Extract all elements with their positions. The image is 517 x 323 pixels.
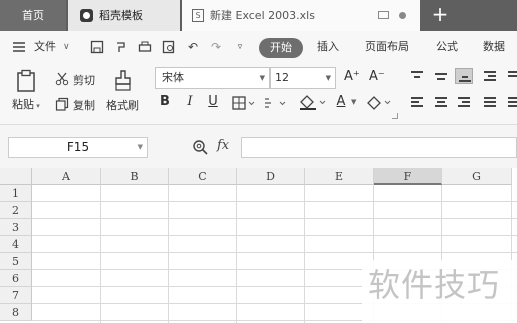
align-right-icon[interactable] [455,94,473,110]
italic-button[interactable]: I [183,93,197,111]
grow-font-button[interactable]: A⁺ [344,69,360,84]
font-size-select[interactable]: 12 ▼ [270,67,336,89]
row-header-8[interactable]: 8 [0,304,32,321]
chevron-down-icon[interactable]: ∨ [63,31,70,63]
scissors-icon[interactable] [55,71,69,86]
wps-window: 首页 稻壳模板 S 新建 Excel 2003.xls + 文件 ∨ ↶ ↷ ▿… [0,0,517,323]
underline-button[interactable]: U [206,93,220,111]
decrease-indent-icon[interactable] [481,68,499,84]
tab-document-label: 新建 Excel 2003.xls [210,9,315,22]
row-gridline [32,218,517,219]
tab-formula[interactable]: 公式 [436,31,458,63]
column-gridline [236,185,237,323]
tab-data[interactable]: 数据 [483,31,505,63]
column-header-f[interactable]: F [374,168,442,185]
row-header-4[interactable]: 4 [0,236,32,253]
row-header-1[interactable]: 1 [0,185,32,202]
paste-button[interactable]: 粘贴 ▾ [12,96,40,112]
ribbon: 粘贴 ▾ 剪切 复制 格式刷 宋体 ▼ 12 ▼ A⁺ A⁻ B I U A ▼ [0,63,517,125]
new-tab-button[interactable]: + [428,0,452,31]
align-left-icon[interactable] [408,94,426,110]
align-center-icon[interactable] [432,94,450,110]
align-top-icon[interactable] [408,68,426,84]
formula-input[interactable] [241,137,517,158]
eraser-icon[interactable] [366,94,394,110]
font-size-value: 12 [275,71,289,84]
align-bottom-icon[interactable] [455,68,473,84]
tab-document[interactable]: S 新建 Excel 2003.xls [182,0,420,31]
row-gridline [32,235,517,236]
font-name-select[interactable]: 宋体 ▼ [155,67,270,89]
copy-button[interactable]: 复制 [73,97,95,113]
monitor-icon[interactable] [378,11,389,19]
column-header-b[interactable]: B [101,168,169,185]
align-middle-icon[interactable] [432,68,450,84]
chevron-down-icon: ▼ [259,74,265,82]
increase-indent-icon[interactable] [505,68,517,84]
cell-reference: F15 [66,140,90,154]
copy-icon[interactable] [55,96,69,111]
column-gridline [304,185,305,323]
tab-template-label: 稻壳模板 [99,9,143,22]
menu-file[interactable]: 文件 [34,31,56,63]
formula-bar: F15 ▼ fx [0,125,517,171]
column-header-c[interactable]: C [169,168,237,185]
row-gridline [32,201,517,202]
chevron-down-icon: ▼ [137,143,143,151]
chevron-down-icon: ▼ [325,74,331,82]
column-header-d[interactable]: D [237,168,305,185]
bold-button[interactable]: B [158,93,172,111]
row-header-2[interactable]: 2 [0,202,32,219]
column-header-a[interactable]: A [32,168,101,185]
column-gridline [168,185,169,323]
tab-template[interactable]: 稻壳模板 [68,0,180,31]
unsaved-dot-icon[interactable] [399,12,406,19]
shrink-font-button[interactable]: A⁻ [369,69,385,84]
tab-insert[interactable]: 插入 [317,31,339,63]
tab-home[interactable]: 首页 [0,0,66,31]
column-header-g[interactable]: G [442,168,512,185]
redo-icon[interactable]: ↷ [209,40,223,54]
tab-bar: 首页 稻壳模板 S 新建 Excel 2003.xls + [0,0,517,31]
chevron-down-icon[interactable]: ▼ [351,98,356,106]
print-icon[interactable] [138,40,152,54]
watermark: 软件技巧 [362,260,517,323]
undo-icon[interactable]: ↶ [186,40,200,54]
fill-icon[interactable] [298,94,328,110]
row-header-5[interactable]: 5 [0,253,32,270]
font-color-button[interactable]: A [334,93,348,111]
menu-bar: 文件 ∨ ↶ ↷ ▿ 开始 插入 页面布局 公式 数据 [0,31,517,63]
save-icon[interactable] [90,40,104,54]
merge-cells-icon[interactable] [264,95,286,109]
insert-function-button[interactable]: fx [217,138,229,153]
column-gridline [100,185,101,323]
font-name-value: 宋体 [162,71,184,84]
cut-button[interactable]: 剪切 [73,72,95,88]
spreadsheet-icon: S [192,9,204,22]
preview-icon[interactable] [162,40,176,54]
select-all-corner[interactable] [0,168,32,185]
format-painter-button[interactable]: 格式刷 [106,97,139,113]
quick-access-more-icon[interactable]: ▿ [233,40,247,54]
tab-page-layout[interactable]: 页面布局 [365,31,409,63]
docer-logo-icon [80,9,93,22]
export-icon[interactable] [114,40,128,54]
row-header-6[interactable]: 6 [0,270,32,287]
hamburger-icon[interactable] [12,40,26,54]
row-gridline [32,252,517,253]
zoom-icon[interactable] [192,139,208,155]
border-icon[interactable] [232,95,256,110]
tab-start[interactable]: 开始 [259,38,303,58]
distributed-align-icon[interactable] [505,94,517,110]
column-header-e[interactable]: E [305,168,374,185]
paste-label: 粘贴 [12,98,34,111]
paste-icon[interactable] [16,69,38,93]
justify-icon[interactable] [481,94,499,110]
font-dialog-launcher-icon[interactable] [392,113,398,119]
name-box[interactable]: F15 ▼ [8,137,148,158]
brush-icon[interactable] [112,69,134,93]
row-header-7[interactable]: 7 [0,287,32,304]
row-header-3[interactable]: 3 [0,219,32,236]
